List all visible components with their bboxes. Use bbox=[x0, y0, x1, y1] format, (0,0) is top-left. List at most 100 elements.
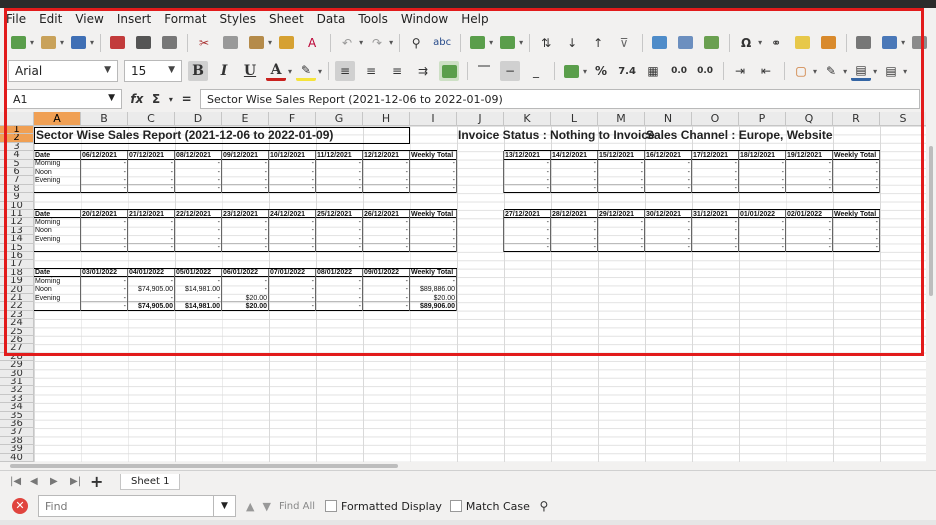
menu-edit[interactable]: Edit bbox=[39, 12, 62, 26]
formatted-display-checkbox[interactable] bbox=[325, 500, 338, 512]
export-pdf-icon[interactable] bbox=[107, 33, 127, 53]
column-header-s[interactable]: S bbox=[880, 112, 927, 126]
column-header-a[interactable]: A bbox=[34, 112, 81, 126]
freeze-rows-icon[interactable] bbox=[879, 33, 899, 53]
match-case-checkbox[interactable] bbox=[449, 500, 462, 512]
border-color-icon[interactable]: ▤ bbox=[851, 61, 872, 81]
find-next-icon[interactable]: ▼ bbox=[262, 500, 270, 513]
sort-ascending-icon[interactable]: ↓ bbox=[562, 33, 582, 53]
open-folder-icon[interactable] bbox=[38, 33, 58, 53]
row-header-39[interactable]: 39 bbox=[0, 445, 34, 454]
align-middle-icon[interactable]: − bbox=[500, 61, 521, 81]
merge-center-icon[interactable] bbox=[439, 61, 460, 81]
row-header-13[interactable]: 13 bbox=[0, 226, 34, 236]
row-header-30[interactable]: 30 bbox=[0, 369, 34, 378]
cut-icon[interactable]: ✂ bbox=[194, 33, 214, 53]
row-header-18[interactable]: 18 bbox=[0, 268, 34, 278]
row-header-23[interactable]: 23 bbox=[0, 310, 34, 320]
menu-format[interactable]: Format bbox=[164, 12, 206, 26]
row-header-33[interactable]: 33 bbox=[0, 394, 34, 404]
comment-icon[interactable] bbox=[792, 33, 812, 53]
sort-descending-icon[interactable]: ↑ bbox=[588, 33, 608, 53]
chevron-down-icon[interactable]: ▼ bbox=[214, 495, 236, 517]
row-header-9[interactable]: 9 bbox=[0, 193, 34, 202]
new-document-icon[interactable] bbox=[8, 33, 28, 53]
chevron-down-icon[interactable]: ▼ bbox=[108, 93, 115, 103]
undo-icon[interactable]: ↶ bbox=[337, 33, 357, 53]
menu-tools[interactable]: Tools bbox=[358, 12, 388, 26]
column-header-f[interactable]: F bbox=[269, 112, 316, 126]
row-header-36[interactable]: 36 bbox=[0, 420, 34, 429]
save-icon[interactable] bbox=[68, 33, 88, 53]
horizontal-scrollbar[interactable] bbox=[0, 462, 936, 470]
menu-view[interactable]: View bbox=[75, 12, 103, 26]
split-window-icon[interactable] bbox=[909, 33, 929, 53]
close-find-icon[interactable]: ✕ bbox=[12, 498, 28, 514]
row-header-21[interactable]: 21 bbox=[0, 294, 34, 303]
column-header-o[interactable]: O bbox=[692, 112, 739, 126]
pivot-table-icon[interactable] bbox=[701, 33, 721, 53]
column-header-h[interactable]: H bbox=[363, 112, 410, 126]
hyperlink-icon[interactable]: ⚭ bbox=[766, 33, 786, 53]
row-header-6[interactable]: 6 bbox=[0, 168, 34, 177]
row-header-19[interactable]: 19 bbox=[0, 277, 34, 286]
border-style-icon[interactable]: ✎ bbox=[821, 61, 841, 81]
paste-icon[interactable] bbox=[246, 33, 266, 53]
row-header-16[interactable]: 16 bbox=[0, 252, 34, 261]
chevron-down-icon[interactable]: ▼ bbox=[104, 65, 111, 75]
row-header-38[interactable]: 38 bbox=[0, 436, 34, 446]
column-header-g[interactable]: G bbox=[316, 112, 363, 126]
align-top-icon[interactable]: ⎺ bbox=[474, 61, 494, 81]
vertical-scrollbar[interactable] bbox=[926, 112, 936, 462]
row-header-2[interactable]: 2 bbox=[0, 134, 34, 143]
font-color-icon[interactable]: A bbox=[266, 61, 286, 81]
last-sheet-icon[interactable]: ▶| bbox=[70, 476, 84, 487]
row-header-28[interactable]: 28 bbox=[0, 352, 34, 362]
row-header-40[interactable]: 40 bbox=[0, 453, 34, 462]
autofilter-icon[interactable]: ⊽ bbox=[614, 33, 634, 53]
align-center-icon[interactable]: ≡ bbox=[361, 61, 381, 81]
spreadsheet-grid[interactable]: A B C D E F G H I J K L M N O P Q R S 1 2 3 4 5 6 7 8 9 10 11 12 13 14 15… bbox=[0, 112, 936, 462]
column-header-q[interactable]: Q bbox=[786, 112, 833, 126]
row-header-22[interactable]: 22 bbox=[0, 302, 34, 311]
font-name-box[interactable]: Arial ▼ bbox=[8, 60, 118, 82]
insert-chart-icon[interactable] bbox=[675, 33, 695, 53]
align-left-icon[interactable]: ≡ bbox=[335, 61, 356, 81]
row-header-25[interactable]: 25 bbox=[0, 327, 34, 336]
row-header-35[interactable]: 35 bbox=[0, 411, 34, 420]
row-header-4[interactable]: 4 bbox=[0, 151, 34, 160]
next-sheet-icon[interactable]: ▶ bbox=[50, 476, 64, 487]
print-icon[interactable] bbox=[133, 33, 153, 53]
prev-sheet-icon[interactable]: ◀ bbox=[30, 476, 44, 487]
redo-icon[interactable]: ↷ bbox=[367, 33, 387, 53]
font-size-box[interactable]: 15 ▼ bbox=[124, 60, 182, 82]
sum-icon[interactable]: Σ bbox=[152, 92, 160, 106]
row-header-10[interactable]: 10 bbox=[0, 201, 34, 210]
row-header-29[interactable]: 29 bbox=[0, 361, 34, 370]
column-header-j[interactable]: J bbox=[457, 112, 504, 126]
special-character-icon[interactable]: Ω bbox=[736, 33, 756, 53]
number-format-icon[interactable]: 7.4 bbox=[617, 61, 637, 81]
clone-formatting-icon[interactable] bbox=[276, 33, 296, 53]
column-header-k[interactable]: K bbox=[504, 112, 551, 126]
menu-window[interactable]: Window bbox=[401, 12, 448, 26]
decrease-indent-icon[interactable]: ⇤ bbox=[756, 61, 776, 81]
underline-button[interactable]: U bbox=[240, 61, 260, 81]
row-header-31[interactable]: 31 bbox=[0, 378, 34, 387]
copy-icon[interactable] bbox=[220, 33, 240, 53]
align-bottom-icon[interactable]: _ bbox=[526, 61, 546, 81]
first-sheet-icon[interactable]: |◀ bbox=[10, 476, 24, 487]
select-all-corner[interactable] bbox=[0, 112, 34, 126]
function-wizard-icon[interactable]: fx bbox=[130, 92, 143, 106]
add-decimal-icon[interactable]: 0.0 bbox=[669, 61, 689, 81]
currency-format-icon[interactable] bbox=[561, 61, 581, 81]
borders-icon[interactable]: ▢ bbox=[791, 61, 811, 81]
row-header-15[interactable]: 15 bbox=[0, 243, 34, 252]
column-header-d[interactable]: D bbox=[175, 112, 222, 126]
menu-file[interactable]: File bbox=[6, 12, 26, 26]
column-header-r[interactable]: R bbox=[833, 112, 880, 126]
sort-icon[interactable]: ⇅ bbox=[536, 33, 556, 53]
column-icon[interactable] bbox=[497, 33, 517, 53]
row-header-26[interactable]: 26 bbox=[0, 336, 34, 345]
menu-sheet[interactable]: Sheet bbox=[269, 12, 304, 26]
